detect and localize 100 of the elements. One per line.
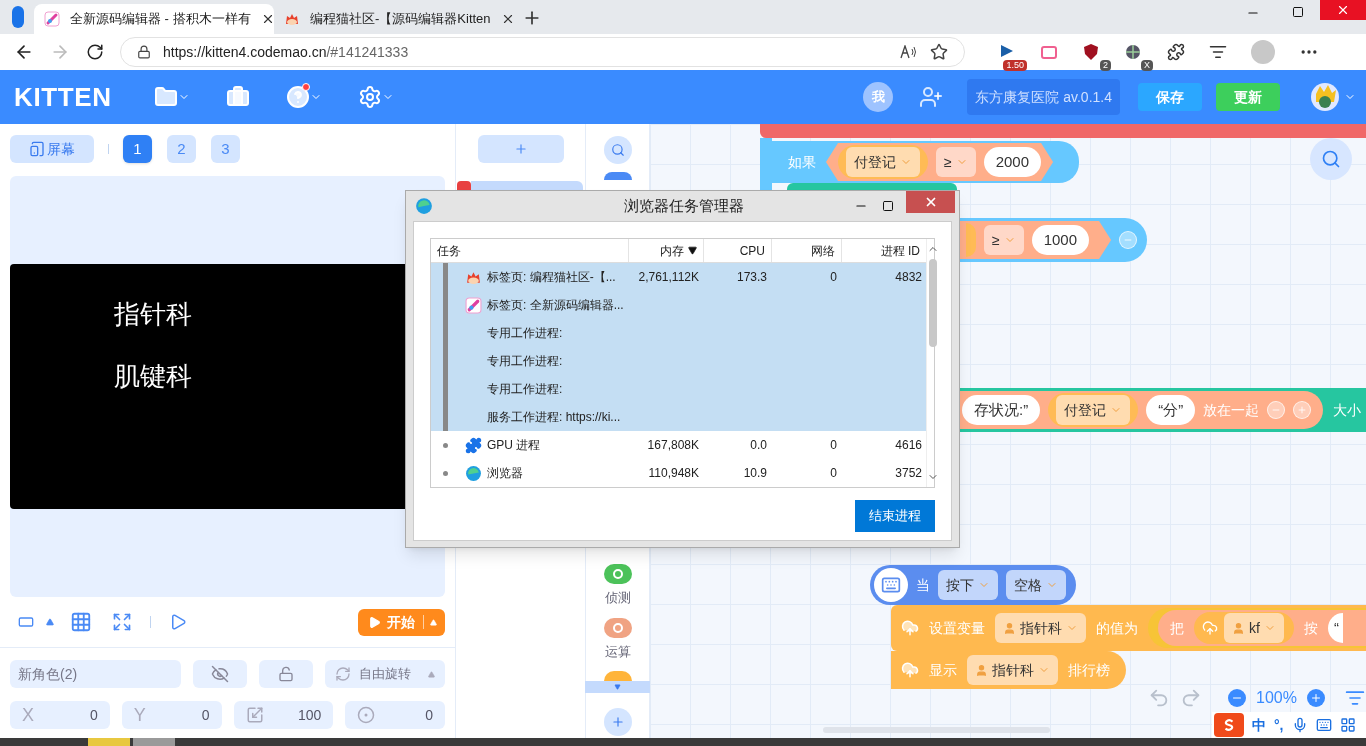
- zoom-in-button[interactable]: [1306, 689, 1325, 707]
- end-process-button[interactable]: 结束进程: [855, 500, 935, 532]
- refresh-icon[interactable]: [86, 43, 104, 61]
- browser-tab[interactable]: 编程猫社区-【源码编辑器Kitten: [274, 4, 514, 34]
- visibility-toggle[interactable]: [193, 660, 247, 688]
- value-input[interactable]: 2000: [983, 147, 1042, 177]
- fullscreen-icon[interactable]: [112, 612, 132, 632]
- extension-badge: 2: [1100, 60, 1111, 71]
- tab-title: 编程猫社区-【源码编辑器Kitten: [310, 10, 491, 29]
- browser-menu-icon[interactable]: [12, 6, 24, 28]
- bag-icon[interactable]: [226, 85, 250, 109]
- collapse-button[interactable]: [584, 681, 651, 693]
- value-input[interactable]: 存状况:”: [962, 395, 1041, 425]
- add-extension-button[interactable]: [603, 708, 632, 736]
- page-tab[interactable]: 1: [123, 135, 152, 163]
- sprite-name-field[interactable]: 新角色(2): [10, 660, 181, 688]
- add-input-button[interactable]: [1293, 401, 1312, 419]
- process-row[interactable]: 专用工作进程:: [431, 319, 926, 347]
- column-header[interactable]: 网络: [771, 239, 841, 262]
- extensions-icon[interactable]: [1167, 43, 1185, 61]
- show-block[interactable]: 显示 指针科 排行榜: [891, 651, 1126, 689]
- close-window-button[interactable]: [906, 191, 955, 213]
- maximize-icon[interactable]: [1292, 6, 1304, 18]
- keyboard-icon[interactable]: [1315, 717, 1332, 733]
- condition-block[interactable]: 付登记 ≥ 2000: [826, 143, 1054, 181]
- process-row[interactable]: 标签页: 编程猫社区-【... 2,761,112K 173.3 0 4832: [431, 263, 926, 291]
- key-dropdown[interactable]: 空格: [1006, 570, 1066, 600]
- process-row[interactable]: 标签页: 全新源码编辑器...: [431, 291, 926, 319]
- favorite-icon[interactable]: [930, 43, 948, 61]
- variable-dropdown[interactable]: 付登记: [846, 147, 920, 177]
- variable-dropdown[interactable]: 指针科: [995, 613, 1086, 643]
- property-field[interactable]: 0: [345, 701, 445, 729]
- screen-icon: [29, 141, 45, 157]
- set-variable-block[interactable]: 设置变量 指针科 的值为 把 kf 按 “: [891, 605, 1366, 651]
- ime-punctuation[interactable]: °,: [1274, 714, 1284, 736]
- lock-toggle[interactable]: [259, 660, 313, 688]
- browser-tab[interactable]: 全新源码编辑器 - 搭积木一样有: [34, 4, 274, 34]
- variable-dropdown[interactable]: kf: [1224, 613, 1284, 643]
- process-row[interactable]: 服务工作进程: https://ki...: [431, 403, 926, 431]
- action-dropdown[interactable]: 按下: [938, 570, 998, 600]
- ime-logo-icon[interactable]: [1214, 713, 1244, 737]
- caret-icon: [614, 684, 621, 690]
- redo-icon[interactable]: [1180, 687, 1202, 709]
- search-button[interactable]: [603, 136, 632, 164]
- undo-icon[interactable]: [1148, 687, 1170, 709]
- column-header[interactable]: 任务: [431, 239, 628, 262]
- variable-block[interactable]: kf: [1194, 612, 1294, 644]
- read-aloud-icon[interactable]: [900, 45, 918, 59]
- property-field[interactable]: Y 0: [121, 701, 222, 729]
- if-block[interactable]: 如果 付登记 ≥ 2000: [772, 141, 1080, 183]
- scale-icon: [245, 706, 264, 724]
- rotation-dropdown[interactable]: 自由旋转: [325, 660, 445, 688]
- preview-icon[interactable]: [169, 612, 187, 632]
- search-blocks-button[interactable]: [1310, 138, 1352, 180]
- folder-icon[interactable]: [154, 85, 178, 109]
- category-button[interactable]: [603, 172, 632, 180]
- align-icon[interactable]: [1344, 688, 1365, 708]
- profile-avatar[interactable]: [1251, 40, 1275, 64]
- column-header[interactable]: 进程 ID: [841, 239, 926, 262]
- vertical-scrollbar[interactable]: [926, 239, 939, 487]
- operator-dropdown[interactable]: ≥: [984, 225, 1024, 255]
- property-field[interactable]: X 0: [10, 701, 110, 729]
- process-table[interactable]: 任务 内存 CPU 网络 进程 ID 标签页: 编程猫社区-【... 2,761,112K 173.3 0 4832 标签页: 全新源码编辑器... 专用工作进程: 专用工作进程: 专用工作进程: 服务工作进程: https://ki... GPU 进程 167,808K 0.0 0 4616 浏览器 110,948K 10.9 0 3752: [430, 238, 935, 488]
- value-input[interactable]: 1000: [1031, 225, 1090, 255]
- add-user-icon[interactable]: [919, 85, 944, 109]
- stage-text: 肌键科: [114, 360, 192, 392]
- caret-icon[interactable]: [46, 618, 54, 626]
- close-window-button[interactable]: [1320, 0, 1366, 20]
- table-cell: 3752: [895, 466, 922, 480]
- remove-input-button[interactable]: [1267, 401, 1286, 419]
- zoom-out-button[interactable]: [1228, 689, 1246, 707]
- grid-icon[interactable]: [1339, 717, 1356, 733]
- join-block[interactable]: 存状况:” 付登记 “分” 放在一起: [960, 391, 1324, 429]
- remove-input-button[interactable]: [1119, 231, 1138, 249]
- scroll-thumb[interactable]: [929, 259, 937, 347]
- delete-badge[interactable]: [456, 181, 471, 190]
- globe-extension-icon[interactable]: [1123, 42, 1143, 62]
- column-header[interactable]: CPU: [703, 239, 771, 262]
- stage-size-icon[interactable]: [16, 614, 36, 630]
- property-field[interactable]: 100: [233, 701, 334, 729]
- ime-mode[interactable]: 中: [1252, 714, 1266, 736]
- process-row[interactable]: 专用工作进程:: [431, 347, 926, 375]
- operator-dropdown[interactable]: ≥: [936, 147, 976, 177]
- settings-icon[interactable]: [358, 85, 382, 109]
- category-item[interactable]: 侦测: [603, 564, 632, 608]
- value-input[interactable]: “分”: [1146, 395, 1196, 425]
- variable-dropdown[interactable]: 付登记: [1056, 395, 1131, 425]
- category-item[interactable]: 运算: [603, 617, 632, 661]
- help-icon[interactable]: [286, 85, 310, 109]
- maximize-icon[interactable]: [882, 200, 894, 212]
- process-row[interactable]: 专用工作进程:: [431, 375, 926, 403]
- event-block[interactable]: 当 按下 空格: [870, 565, 1076, 605]
- shield-extension-icon[interactable]: [1081, 42, 1101, 62]
- address-bar[interactable]: https://kitten4.codemao.cn/#141241333: [120, 37, 965, 67]
- value-input[interactable]: “: [1327, 613, 1343, 643]
- grid-icon[interactable]: [70, 611, 92, 633]
- variable-dropdown[interactable]: 指针科: [967, 655, 1058, 685]
- mascot-avatar-icon[interactable]: [1310, 82, 1340, 112]
- ime-toolbar[interactable]: 中 °,: [1212, 712, 1366, 738]
- column-header[interactable]: 内存: [628, 239, 703, 262]
